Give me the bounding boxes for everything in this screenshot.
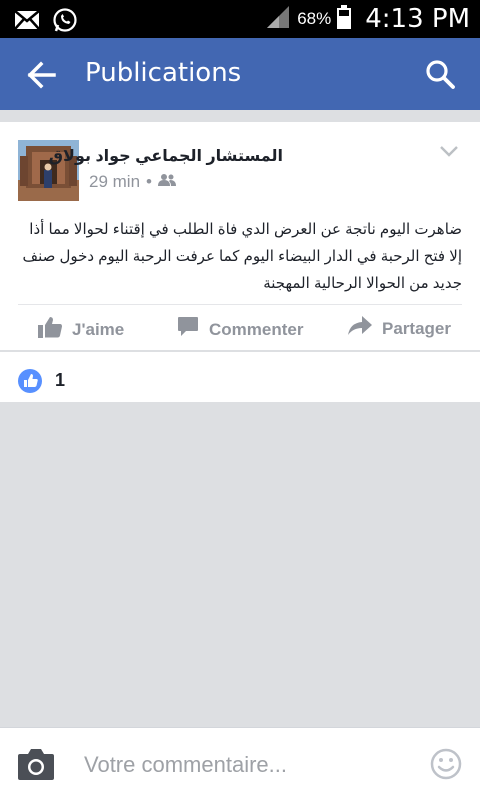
emoji-icon[interactable] bbox=[430, 748, 462, 780]
post-meta: 29 min • bbox=[89, 172, 176, 192]
friends-icon bbox=[157, 172, 176, 192]
app-bar: Publications bbox=[0, 38, 480, 110]
meta-separator: • bbox=[146, 172, 152, 191]
comment-button[interactable]: Commenter bbox=[177, 316, 303, 343]
post-card: المستشار الجماعي جواد بولاق 29 min • ضاه… bbox=[0, 122, 480, 350]
reactions-summary[interactable]: 1 bbox=[0, 352, 480, 402]
status-bar-left bbox=[14, 7, 78, 38]
post-text: ضاهرت اليوم ناتجة عن العرض الدي فاة الطل… bbox=[22, 221, 462, 292]
post-actions: J'aime Commenter Partager bbox=[0, 304, 480, 350]
like-count: 1 bbox=[55, 370, 66, 390]
like-button[interactable]: J'aime bbox=[38, 316, 124, 343]
share-label: Partager bbox=[382, 318, 451, 338]
chevron-down-icon[interactable] bbox=[440, 144, 458, 157]
feed-spacer bbox=[0, 110, 480, 122]
clock: 4:13 PM bbox=[365, 4, 470, 34]
comment-composer bbox=[0, 727, 480, 800]
page-title: Publications bbox=[85, 58, 242, 88]
status-bar: 68% 4:13 PM bbox=[0, 0, 480, 38]
status-bar-right: 68% 4:13 PM bbox=[265, 4, 470, 34]
comment-label: Commenter bbox=[209, 319, 304, 339]
whatsapp-icon bbox=[52, 7, 78, 38]
comment-bubble-icon bbox=[177, 316, 199, 343]
share-arrow-icon bbox=[348, 316, 372, 341]
signal-icon bbox=[265, 5, 291, 34]
share-button[interactable]: Partager bbox=[348, 316, 451, 341]
like-reaction-icon bbox=[18, 369, 42, 393]
thumbs-up-icon bbox=[38, 316, 62, 343]
post-time: 29 min bbox=[89, 172, 141, 191]
camera-icon[interactable] bbox=[16, 748, 56, 782]
post-author[interactable]: المستشار الجماعي جواد بولاق bbox=[49, 146, 283, 166]
arrow-left-icon[interactable] bbox=[26, 60, 58, 90]
battery-icon bbox=[337, 4, 352, 34]
like-label: J'aime bbox=[72, 319, 125, 339]
mail-icon bbox=[14, 10, 40, 35]
battery-percent: 68% bbox=[297, 9, 332, 28]
search-icon[interactable] bbox=[424, 58, 456, 90]
comment-input[interactable] bbox=[84, 748, 404, 782]
